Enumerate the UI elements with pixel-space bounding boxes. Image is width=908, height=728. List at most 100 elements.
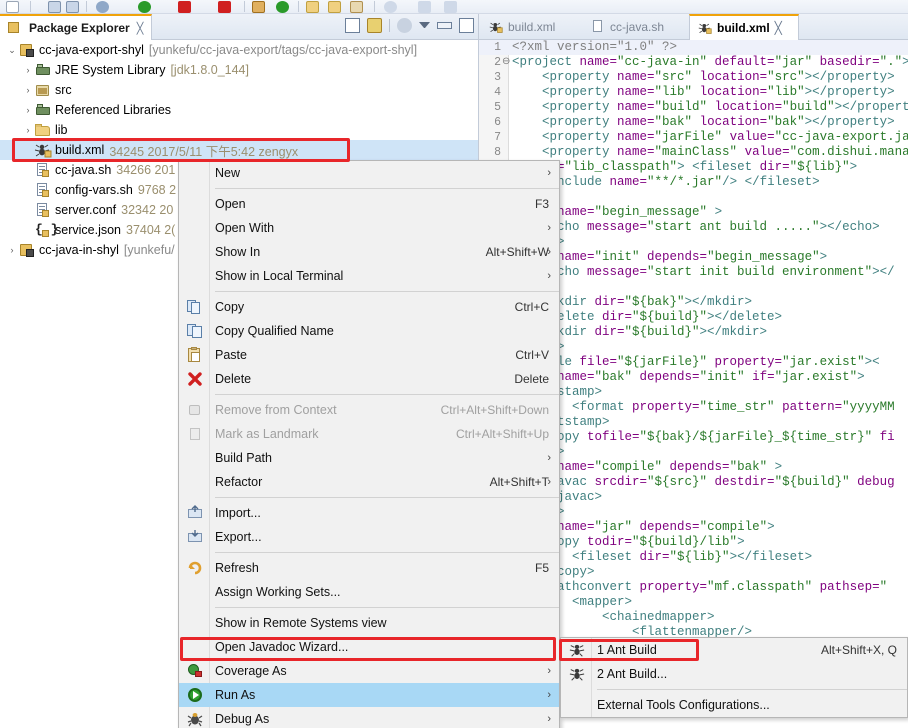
close-icon[interactable]: ╳ (775, 21, 782, 35)
menu-item-build-path[interactable]: Build Path › (179, 446, 559, 470)
menu-separator (215, 291, 559, 292)
menu-item-label: Copy (215, 300, 245, 314)
expand-arrow-icon[interactable]: › (22, 125, 34, 135)
main-toolbar[interactable] (0, 0, 908, 14)
last-edit-icon[interactable] (444, 1, 457, 13)
shell-file-icon (591, 20, 605, 34)
tree-row[interactable]: ⌄ cc-java-export-shyl [yunkefu/cc-java-exp… (0, 40, 478, 60)
menu-item-refresh[interactable]: Refresh F5 (179, 556, 559, 580)
context-menu[interactable]: New › Open F3 Open With › Show In Alt+Shift+W › S… (178, 160, 560, 728)
menu-item-mark-as-landmark[interactable]: Mark as Landmark Ctrl+Alt+Shift+Up (179, 422, 559, 446)
menu-item-show-in[interactable]: Show In Alt+Shift+W › (179, 240, 559, 264)
tree-item-label: JRE System Library (55, 63, 166, 77)
menu-item-label: Open (215, 197, 246, 211)
tree-item-meta: [yunkefu/ (123, 243, 175, 257)
menu-item-label: Assign Working Sets... (215, 585, 341, 599)
menu-item-label: Refactor (215, 475, 263, 489)
package-explorer-icon (6, 20, 21, 36)
run-icon[interactable] (138, 1, 151, 13)
code-text: <property name="src" location="src"></pr… (512, 70, 895, 84)
view-menu-icon[interactable] (419, 22, 430, 29)
tree-item-meta: 37404 2( (126, 223, 176, 237)
save-all-icon[interactable] (66, 1, 79, 13)
tree-row[interactable]: › src (0, 80, 478, 100)
code-text: <project name="cc-java-in" default="jar"… (512, 55, 908, 69)
tree-item-meta: [jdk1.8.0_144] (170, 63, 249, 77)
menu-item-show-in-local-terminal[interactable]: Show in Local Terminal › (179, 264, 559, 288)
ant-build-file-icon (698, 21, 712, 35)
menu-item-1-ant-build[interactable]: 1 Ant Build Alt+Shift+X, Q (561, 638, 907, 662)
editor-tab-1[interactable]: cc-java.sh (583, 14, 683, 40)
tab-package-explorer[interactable]: Package Explorer ╳ (0, 14, 153, 40)
close-icon[interactable]: ╳ (137, 22, 144, 35)
menu-item-show-in-remote-systems-view[interactable]: Show in Remote Systems view (179, 611, 559, 635)
expand-arrow-icon[interactable]: › (22, 85, 34, 95)
tree-row[interactable]: › JRE System Library [jdk1.8.0_144] (0, 60, 478, 80)
expand-arrow-icon[interactable]: ⌄ (6, 45, 18, 56)
remove-from-context-icon (187, 402, 203, 418)
menu-item-assign-working-sets[interactable]: Assign Working Sets... (179, 580, 559, 604)
focus-on-active-task-icon[interactable] (397, 18, 412, 33)
menu-item-run-as[interactable]: Run As › (179, 683, 559, 707)
ant-build-file-icon (489, 20, 503, 34)
next-annotation-icon[interactable] (384, 1, 397, 13)
coverage-icon[interactable] (276, 1, 289, 13)
source-folder-icon (34, 82, 52, 98)
tree-row[interactable]: build.xml 34245 2017/5/11 下午5:42 zengyx (0, 140, 478, 160)
editor-tab-2[interactable]: build.xml ╳ (689, 14, 799, 40)
menu-item-2-ant-build[interactable]: 2 Ant Build... (561, 662, 907, 686)
mark-as-landmark-icon (187, 426, 203, 442)
run-as-submenu[interactable]: 1 Ant Build Alt+Shift+X, Q 2 Ant Build... E… (560, 637, 908, 718)
menu-item-copy-qualified-name[interactable]: Copy Qualified Name (179, 319, 559, 343)
code-text: <property name="lib" location="lib"></pr… (512, 85, 895, 99)
line-number: 1 (494, 41, 501, 54)
save-icon[interactable] (48, 1, 61, 13)
menu-item-paste[interactable]: Paste Ctrl+V (179, 343, 559, 367)
menu-item-new[interactable]: New › (179, 161, 559, 185)
menu-item-accelerator: Ctrl+Alt+Shift+Up (455, 427, 549, 441)
terminate-icon[interactable] (218, 1, 231, 13)
menu-item-accelerator: F3 (534, 197, 549, 211)
editor-tab-0[interactable]: build.xml (481, 14, 577, 40)
stop-icon[interactable] (178, 1, 191, 13)
submenu-arrow-icon: › (547, 689, 551, 701)
ant-icon (569, 666, 585, 682)
menu-item-open-javadoc-wizard[interactable]: Open Javadoc Wizard... (179, 635, 559, 659)
menu-item-coverage-as[interactable]: Coverage As › (179, 659, 559, 683)
prev-annotation-icon[interactable] (418, 1, 431, 13)
link-with-editor-icon[interactable] (367, 18, 382, 33)
expand-arrow-icon[interactable]: › (6, 245, 18, 255)
menu-item-export[interactable]: Export... (179, 525, 559, 549)
menu-item-copy[interactable]: Copy Ctrl+C (179, 295, 559, 319)
menu-item-open-with[interactable]: Open With › (179, 216, 559, 240)
minimize-icon[interactable] (437, 22, 452, 29)
menu-item-label: Import... (215, 506, 261, 520)
maximize-icon[interactable] (459, 18, 474, 33)
menu-item-delete[interactable]: Delete Delete (179, 367, 559, 391)
line-number: 4 (494, 86, 501, 99)
open-task-icon[interactable] (328, 1, 341, 13)
expand-arrow-icon[interactable]: › (22, 105, 34, 115)
debug-icon[interactable] (96, 1, 109, 13)
menu-item-external-tools-configurations[interactable]: External Tools Configurations... (561, 693, 907, 717)
code-text: ath id="lib_classpath"> <fileset dir="${… (512, 160, 858, 174)
menu-item-remove-from-context[interactable]: Remove from Context Ctrl+Alt+Shift+Down (179, 398, 559, 422)
menu-separator (215, 552, 559, 553)
code-line: 8 <property name="mainClass" value="com.… (479, 145, 908, 160)
tree-row[interactable]: › lib (0, 120, 478, 140)
line-number: 6 (494, 116, 501, 129)
menu-item-open[interactable]: Open F3 (179, 192, 559, 216)
menu-item-refactor[interactable]: Refactor Alt+Shift+T › (179, 470, 559, 494)
package-icon[interactable] (252, 1, 265, 13)
package-explorer-tab-label: Package Explorer (29, 21, 130, 35)
tree-row[interactable]: › Referenced Libraries (0, 100, 478, 120)
fold-toggle-icon[interactable]: ⊖ (502, 55, 510, 70)
expand-arrow-icon[interactable]: › (22, 65, 34, 75)
new-icon[interactable] (6, 1, 19, 13)
search-icon[interactable] (350, 1, 363, 13)
menu-item-debug-as[interactable]: Debug As › (179, 707, 559, 728)
menu-item-import[interactable]: Import... (179, 501, 559, 525)
open-type-icon[interactable] (306, 1, 319, 13)
tree-item-label: Referenced Libraries (55, 103, 172, 117)
collapse-all-icon[interactable] (345, 18, 360, 33)
